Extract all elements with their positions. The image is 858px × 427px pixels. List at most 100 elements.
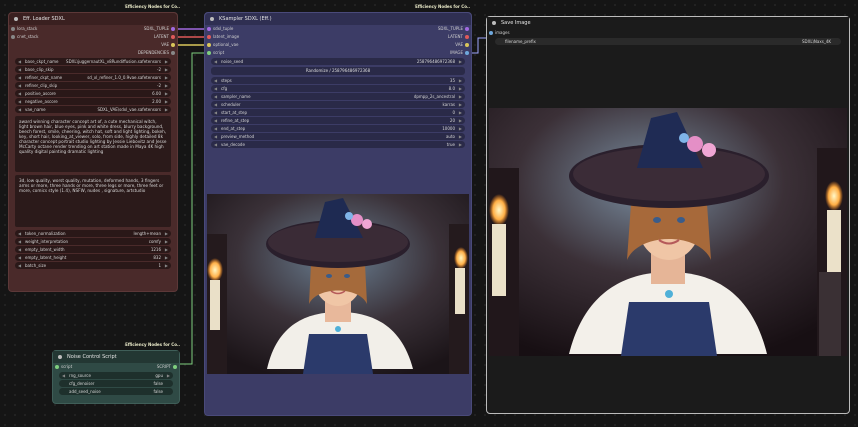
widget-base-ckpt-name[interactable]: ◀ base_ckpt_name SDXL\juggernautXL_v8Rundi… [15,58,171,65]
arrow-right-icon[interactable]: ▶ [459,58,462,65]
widget-weight-interpretation[interactable]: ◀ weight_interpretation comfy ▶ [15,238,171,245]
arrow-left-icon[interactable]: ◀ [18,254,21,261]
arrow-left-icon[interactable]: ◀ [214,93,217,100]
arrow-left-icon[interactable]: ◀ [18,106,21,113]
arrow-right-icon[interactable]: ▶ [167,372,170,379]
widget-refiner-ckpt-name[interactable]: ◀ refiner_ckpt_name sd_xl_refiner_1.0_0.9v… [15,74,171,81]
arrow-left-icon[interactable]: ◀ [18,90,21,97]
widget-refine-at-step[interactable]: ◀ refine_at_step 20 ▶ [211,117,465,124]
widget-vae-name[interactable]: ◀ vae_name SDXL_VAE\sdxl_vae.safetensors ▶ [15,106,171,113]
widget-noise-seed[interactable]: ◀ noise_seed 258796486972368 ▶ [211,58,465,65]
eff-loader-sdxl-node[interactable]: Eff. Loader SDXL lora_stack SDXL_TUPLE c… [8,12,178,292]
arrow-right-icon[interactable]: ▶ [459,125,462,132]
arrow-left-icon[interactable]: ◀ [214,133,217,140]
arrow-right-icon[interactable]: ▶ [165,90,168,97]
negative-prompt-textarea[interactable]: 3d, low quality, worst quality, mutation… [15,175,171,227]
widget-refiner-clip-skip[interactable]: ◀ refiner_clip_skip -2 ▶ [15,82,171,89]
widget-positive-ascore[interactable]: ◀ positive_ascore 6.00 ▶ [15,90,171,97]
collapse-dot-icon[interactable] [58,355,62,359]
output-pin-icon[interactable] [465,35,469,39]
widget-vae-decode[interactable]: ◀ vae_decode true ▶ [211,141,465,148]
widget-negative-ascore[interactable]: ◀ negative_ascore 2.00 ▶ [15,98,171,105]
output-pin-icon[interactable] [171,51,175,55]
arrow-right-icon[interactable]: ▶ [165,238,168,245]
arrow-left-icon[interactable]: ◀ [214,109,217,116]
seed-randomize-button[interactable]: Randomize / 258796486972368 [211,67,465,75]
arrow-right-icon[interactable]: ▶ [165,246,168,253]
arrow-right-icon[interactable]: ▶ [165,230,168,237]
output-pin-icon[interactable] [171,43,175,47]
arrow-left-icon[interactable]: ◀ [214,85,217,92]
output-pin-icon[interactable] [465,51,469,55]
arrow-right-icon[interactable]: ▶ [459,133,462,140]
widget-filename-prefix[interactable]: filename_prefix SDXL\Naxs_4K [495,38,841,45]
arrow-right-icon[interactable]: ▶ [165,82,168,89]
arrow-right-icon[interactable]: ▶ [165,254,168,261]
input-pin-icon[interactable] [207,51,211,55]
input-pin-icon[interactable] [207,35,211,39]
arrow-left-icon[interactable]: ◀ [214,125,217,132]
arrow-left-icon[interactable]: ◀ [214,141,217,148]
arrow-right-icon[interactable]: ▶ [459,93,462,100]
arrow-left-icon[interactable]: ◀ [62,372,65,379]
input-pin-icon[interactable] [11,35,15,39]
arrow-left-icon[interactable]: ◀ [214,101,217,108]
widget-empty-latent-height[interactable]: ◀ empty_latent_height 832 ▶ [15,254,171,261]
input-pin-icon[interactable] [489,31,493,35]
widget-cfg-denoiser[interactable]: cfg_denoiser false [59,380,173,387]
widget-scheduler[interactable]: ◀ scheduler karras ▶ [211,101,465,108]
arrow-right-icon[interactable]: ▶ [459,141,462,148]
output-pin-icon[interactable] [465,27,469,31]
output-pin-icon[interactable] [171,27,175,31]
arrow-left-icon[interactable]: ◀ [18,74,21,81]
collapse-dot-icon[interactable] [492,21,496,25]
arrow-right-icon[interactable]: ▶ [165,74,168,81]
output-pin-icon[interactable] [465,43,469,47]
output-pin-icon[interactable] [173,365,177,369]
loader-title-bar[interactable]: Eff. Loader SDXL [9,13,177,25]
collapse-dot-icon[interactable] [210,17,214,21]
input-pin-icon[interactable] [207,43,211,47]
arrow-left-icon[interactable]: ◀ [18,246,21,253]
collapse-dot-icon[interactable] [14,17,18,21]
widget-start-at-step[interactable]: ◀ start_at_step 0 ▶ [211,109,465,116]
widget-token-normalization[interactable]: ◀ token_normalization length+mean ▶ [15,230,171,237]
arrow-left-icon[interactable]: ◀ [18,230,21,237]
arrow-left-icon[interactable]: ◀ [18,262,21,269]
arrow-right-icon[interactable]: ▶ [459,101,462,108]
arrow-right-icon[interactable]: ▶ [459,117,462,124]
output-pin-icon[interactable] [171,35,175,39]
arrow-left-icon[interactable]: ◀ [214,58,217,65]
widget-empty-latent-width[interactable]: ◀ empty_latent_width 1216 ▶ [15,246,171,253]
input-pin-icon[interactable] [207,27,211,31]
arrow-right-icon[interactable]: ▶ [165,106,168,113]
arrow-right-icon[interactable]: ▶ [165,58,168,65]
widget-add-seed-noise[interactable]: add_seed_noise false [59,388,173,395]
input-pin-icon[interactable] [11,27,15,31]
widget-cfg[interactable]: ◀ cfg 8.0 ▶ [211,85,465,92]
widget-rng-source[interactable]: ◀ rng_source gpu ▶ [59,372,173,379]
arrow-right-icon[interactable]: ▶ [165,262,168,269]
arrow-left-icon[interactable]: ◀ [18,66,21,73]
widget-preview-method[interactable]: ◀ preview_method auto ▶ [211,133,465,140]
widget-steps[interactable]: ◀ steps 35 ▶ [211,77,465,84]
noise-control-script-node[interactable]: Noise Control Script script SCRIPT ◀ rng_… [52,350,180,404]
arrow-left-icon[interactable]: ◀ [214,77,217,84]
arrow-right-icon[interactable]: ▶ [165,98,168,105]
arrow-right-icon[interactable]: ▶ [459,85,462,92]
save-title-bar[interactable]: Save Image [487,17,849,29]
input-pin-icon[interactable] [55,365,59,369]
arrow-left-icon[interactable]: ◀ [214,117,217,124]
ksampler-title-bar[interactable]: KSampler SDXL (Eff.) [205,13,471,25]
widget-end-at-step[interactable]: ◀ end_at_step 10000 ▶ [211,125,465,132]
arrow-left-icon[interactable]: ◀ [18,58,21,65]
widget-batch-size[interactable]: ◀ batch_size 1 ▶ [15,262,171,269]
widget-sampler-name[interactable]: ◀ sampler_name dpmpp_2s_ancestral ▶ [211,93,465,100]
arrow-left-icon[interactable]: ◀ [18,82,21,89]
arrow-left-icon[interactable]: ◀ [18,238,21,245]
noise-title-bar[interactable]: Noise Control Script [53,351,179,363]
arrow-left-icon[interactable]: ◀ [18,98,21,105]
positive-prompt-textarea[interactable]: award winning character concept art of, … [15,116,171,172]
arrow-right-icon[interactable]: ▶ [459,109,462,116]
widget-base-clip-skip[interactable]: ◀ base_clip_skip -2 ▶ [15,66,171,73]
